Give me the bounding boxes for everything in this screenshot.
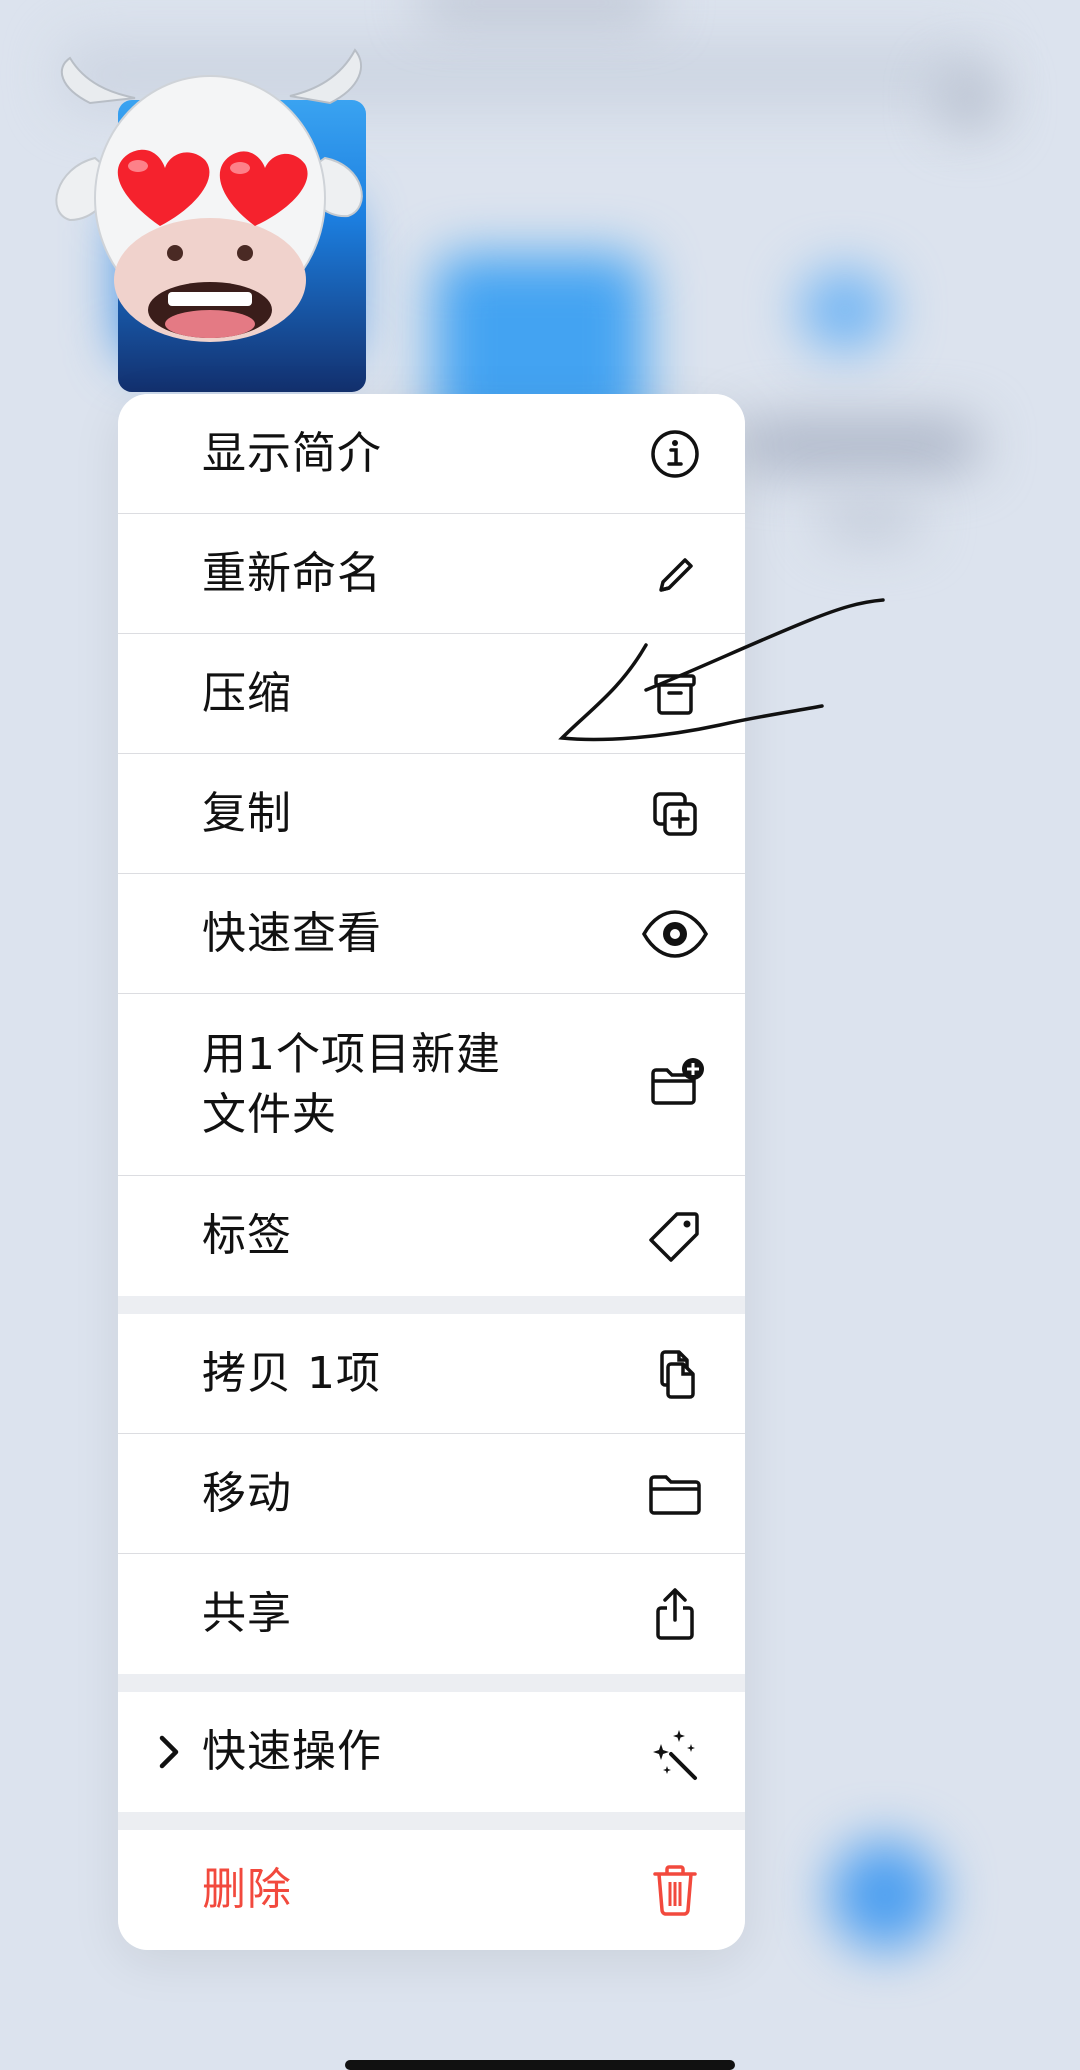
menu-group: 快速操作 bbox=[118, 1692, 745, 1812]
chevron-right-icon bbox=[154, 1732, 184, 1772]
menu-group: 显示简介重新命名压缩复制快速查看用1个项目新建 文件夹标签 bbox=[118, 394, 745, 1296]
menu-item-label: 重新命名 bbox=[202, 547, 382, 599]
menu-item-label: 共享 bbox=[202, 1588, 292, 1639]
copy-doc-icon bbox=[647, 1346, 703, 1402]
menu-item-label: 标签 bbox=[202, 1210, 292, 1261]
menu-item-pencil[interactable]: 重新命名 bbox=[118, 514, 745, 634]
menu-item-label: 拷贝 1项 bbox=[202, 1347, 381, 1399]
share-icon bbox=[647, 1586, 703, 1642]
menu-group-separator bbox=[118, 1296, 745, 1314]
tag-icon bbox=[647, 1208, 703, 1264]
home-indicator bbox=[345, 2060, 735, 2070]
menu-item-trash[interactable]: 删除 bbox=[118, 1830, 745, 1950]
menu-group-separator bbox=[118, 1674, 745, 1692]
menu-item-eye[interactable]: 快速查看 bbox=[118, 874, 745, 994]
menu-item-label: 移动 bbox=[202, 1467, 292, 1519]
menu-item-info[interactable]: 显示简介 bbox=[118, 394, 745, 514]
menu-item-sparkle-wand[interactable]: 快速操作 bbox=[118, 1692, 745, 1812]
pencil-icon bbox=[647, 546, 703, 602]
menu-item-copy-doc[interactable]: 拷贝 1项 bbox=[118, 1314, 745, 1434]
menu-item-label: 用1个项目新建 文件夹 bbox=[202, 1028, 501, 1140]
file-thumbnail[interactable] bbox=[50, 48, 370, 392]
menu-item-label: 快速查看 bbox=[202, 907, 382, 959]
menu-item-label: 删除 bbox=[202, 1864, 292, 1915]
sparkle-wand-icon bbox=[647, 1724, 703, 1780]
trash-icon bbox=[647, 1862, 703, 1918]
menu-item-share[interactable]: 共享 bbox=[118, 1554, 745, 1674]
menu-item-label: 快速操作 bbox=[202, 1726, 382, 1777]
menu-item-duplicate[interactable]: 复制 bbox=[118, 754, 745, 874]
menu-item-label: 显示简介 bbox=[202, 427, 382, 479]
menu-item-folder[interactable]: 移动 bbox=[118, 1434, 745, 1554]
menu-group: 删除 bbox=[118, 1830, 745, 1950]
menu-item-label: 压缩 bbox=[202, 667, 292, 719]
menu-item-folder-plus[interactable]: 用1个项目新建 文件夹 bbox=[118, 994, 745, 1176]
duplicate-icon bbox=[647, 786, 703, 842]
folder-icon bbox=[647, 1466, 703, 1522]
eye-icon bbox=[641, 906, 709, 962]
context-menu: 显示简介 重新命名 压缩 复制 快速查看 用1个项目新建 文件夹 标签 拷贝 1项 移动 共享 快速… bbox=[118, 394, 745, 1950]
info-icon bbox=[647, 426, 703, 482]
menu-item-label: 复制 bbox=[202, 787, 292, 839]
menu-group: 拷贝 1项移动共享 bbox=[118, 1314, 745, 1674]
menu-item-tag[interactable]: 标签 bbox=[118, 1176, 745, 1296]
archive-icon bbox=[647, 666, 703, 722]
memoji-cow-sticker bbox=[55, 48, 363, 342]
menu-item-archive[interactable]: 压缩 bbox=[118, 634, 745, 754]
menu-group-separator bbox=[118, 1812, 745, 1830]
folder-plus-icon bbox=[647, 1057, 704, 1113]
